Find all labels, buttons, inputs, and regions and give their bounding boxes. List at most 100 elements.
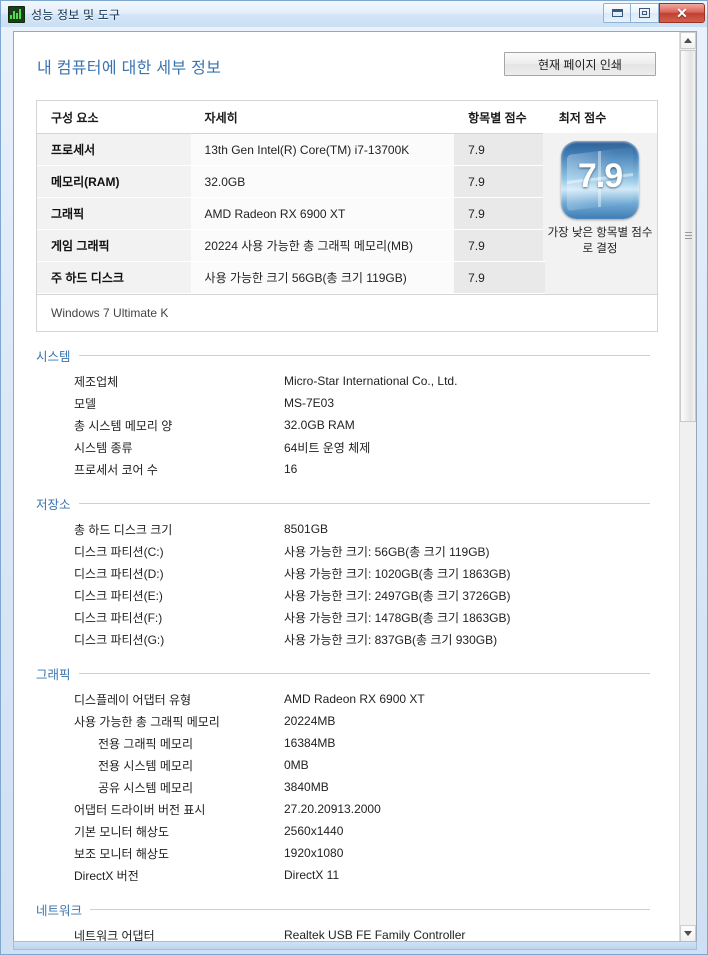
row-detail: 13th Gen Intel(R) Core(TM) i7-13700K <box>190 134 455 166</box>
detail-value: 1920x1080 <box>284 846 344 860</box>
detail-value: 16 <box>284 462 298 476</box>
section-heading: 저장소 <box>36 494 658 513</box>
detail-row: 사용 가능한 총 그래픽 메모리 20224MB <box>36 710 658 732</box>
section-title: 저장소 <box>36 498 71 512</box>
section-rows: 제조업체 Micro-Star International Co., Ltd. … <box>36 370 658 480</box>
section-title: 그래픽 <box>36 668 71 682</box>
minimize-icon <box>611 9 623 17</box>
close-icon: ✕ <box>676 5 688 21</box>
detail-label: 디스플레이 어댑터 유형 <box>74 692 192 707</box>
row-score: 7.9 <box>454 198 545 230</box>
detail-label: 전용 시스템 메모리 <box>98 758 193 773</box>
detail-row: 시스템 종류 64비트 운영 체제 <box>36 436 658 458</box>
detail-label: 디스크 파티션(E:) <box>74 588 163 603</box>
table-row: 주 하드 디스크 사용 가능한 크기 56GB(총 크기 119GB) 7.9 <box>37 262 658 294</box>
detail-value: DirectX 11 <box>284 868 340 882</box>
section-heading: 그래픽 <box>36 664 658 683</box>
detail-row: 프로세서 코어 수 16 <box>36 458 658 480</box>
client-area: 내 컴퓨터에 대한 세부 정보 현재 페이지 인쇄 구성 요소 자세히 항목별 … <box>13 31 697 943</box>
detail-row: 디스크 파티션(F:) 사용 가능한 크기: 1478GB(총 크기 1863G… <box>36 606 658 628</box>
section-system: 시스템 제조업체 Micro-Star International Co., L… <box>36 346 658 480</box>
row-component: 그래픽 <box>37 198 191 230</box>
detail-row: 디스크 파티션(G:) 사용 가능한 크기: 837GB(총 크기 930GB) <box>36 628 658 650</box>
detail-row: 제조업체 Micro-Star International Co., Ltd. <box>36 370 658 392</box>
row-score: 7.9 <box>454 166 545 198</box>
score-table-header: 구성 요소 자세히 항목별 점수 최저 점수 <box>37 101 657 134</box>
detail-row: 총 하드 디스크 크기 8501GB <box>36 518 658 540</box>
detail-value: AMD Radeon RX 6900 XT <box>284 692 425 706</box>
section-title: 시스템 <box>36 350 71 364</box>
detail-row: 어댑터 드라이버 버전 표시 27.20.20913.2000 <box>36 798 658 820</box>
detail-row: 총 시스템 메모리 양 32.0GB RAM <box>36 414 658 436</box>
detail-label: 디스크 파티션(D:) <box>74 566 164 581</box>
detail-row: 보조 모니터 해상도 1920x1080 <box>36 842 658 864</box>
title-bar[interactable]: 성능 정보 및 도구 ✕ <box>1 1 707 27</box>
column-header-basescore: 최저 점수 <box>558 110 607 125</box>
detail-label: 시스템 종류 <box>74 440 133 455</box>
window-title: 성능 정보 및 도구 <box>31 7 121 22</box>
scroll-up-button[interactable] <box>680 32 696 49</box>
row-detail: 사용 가능한 크기 56GB(총 크기 119GB) <box>190 262 455 294</box>
scroll-content: 내 컴퓨터에 대한 세부 정보 현재 페이지 인쇄 구성 요소 자세히 항목별 … <box>14 32 680 942</box>
detail-value: 3840MB <box>284 780 329 794</box>
detail-value: Realtek USB FE Family Controller <box>284 928 466 942</box>
detail-label: 전용 그래픽 메모리 <box>98 736 193 751</box>
section-rows: 총 하드 디스크 크기 8501GB 디스크 파티션(C:) 사용 가능한 크기… <box>36 518 658 650</box>
row-score: 7.9 <box>454 262 545 294</box>
print-page-button[interactable]: 현재 페이지 인쇄 <box>504 52 656 76</box>
scrollbar-thumb[interactable] <box>680 50 696 422</box>
row-detail: 20224 사용 가능한 총 그래픽 메모리(MB) <box>190 230 455 262</box>
maximize-button[interactable] <box>631 3 659 23</box>
row-component: 주 하드 디스크 <box>37 262 191 294</box>
page-title: 내 컴퓨터에 대한 세부 정보 <box>37 60 222 77</box>
row-component: 게임 그래픽 <box>37 230 191 262</box>
vertical-scrollbar[interactable] <box>679 32 696 942</box>
detail-row: 디스크 파티션(E:) 사용 가능한 크기: 2497GB(총 크기 3726G… <box>36 584 658 606</box>
section-rows: 네트워크 어댑터 Realtek USB FE Family Controlle… <box>36 924 658 942</box>
detail-row: 공유 시스템 메모리 3840MB <box>36 776 658 798</box>
minimize-button[interactable] <box>603 3 631 23</box>
detail-value: 20224MB <box>284 714 336 728</box>
row-detail: 32.0GB <box>190 166 455 198</box>
detail-value: 사용 가능한 크기: 56GB(총 크기 119GB) <box>284 544 490 559</box>
detail-value: 사용 가능한 크기: 1478GB(총 크기 1863GB) <box>284 610 511 625</box>
column-header-subscore: 항목별 점수 <box>468 110 527 125</box>
detail-value: 사용 가능한 크기: 837GB(총 크기 930GB) <box>284 632 498 647</box>
detail-label: 제조업체 <box>74 374 119 389</box>
detail-label: 총 시스템 메모리 양 <box>74 418 173 433</box>
detail-label: DirectX 버전 <box>74 868 139 883</box>
detail-label: 디스크 파티션(F:) <box>74 610 163 625</box>
base-score-badge: 7.9 가장 낮은 항목별 점수로 결정 <box>543 133 657 261</box>
detail-row: DirectX 버전 DirectX 11 <box>36 864 658 886</box>
window-bottom-strip <box>13 941 697 950</box>
detail-value: 16384MB <box>284 736 336 750</box>
score-table: 구성 요소 자세히 항목별 점수 최저 점수 프로세서 13th Gen Int… <box>36 100 658 332</box>
detail-value: 2560x1440 <box>284 824 344 838</box>
detail-value: 사용 가능한 크기: 1020GB(총 크기 1863GB) <box>284 566 511 581</box>
performance-information-window: 성능 정보 및 도구 ✕ 내 컴퓨터에 대한 세부 정보 현재 페이지 인쇄 구… <box>0 0 708 955</box>
table-footer: Windows 7 Ultimate K <box>37 294 657 332</box>
column-header-detail: 자세히 <box>204 110 238 125</box>
detail-label: 디스크 파티션(C:) <box>74 544 164 559</box>
row-detail: AMD Radeon RX 6900 XT <box>190 198 455 230</box>
detail-row: 전용 시스템 메모리 0MB <box>36 754 658 776</box>
scroll-down-button[interactable] <box>680 925 696 942</box>
performance-monitor-icon <box>8 5 25 23</box>
maximize-icon <box>639 8 650 18</box>
chevron-up-icon <box>684 38 692 43</box>
detail-label: 디스크 파티션(G:) <box>74 632 165 647</box>
section-storage: 저장소 총 하드 디스크 크기 8501GB 디스크 파티션(C:) 사용 가능… <box>36 494 658 650</box>
windows-edition-label: Windows 7 Ultimate K <box>51 306 169 320</box>
detail-label: 프로세서 코어 수 <box>74 462 158 477</box>
close-button[interactable]: ✕ <box>659 3 705 23</box>
chevron-down-icon <box>684 931 692 936</box>
detail-value: MS-7E03 <box>284 396 335 410</box>
detail-value: Micro-Star International Co., Ltd. <box>284 374 458 388</box>
row-component: 프로세서 <box>37 134 191 166</box>
page-header: 내 컴퓨터에 대한 세부 정보 현재 페이지 인쇄 <box>36 52 658 92</box>
section-title: 네트워크 <box>36 904 83 918</box>
section-divider <box>78 673 650 674</box>
section-heading: 네트워크 <box>36 900 658 919</box>
detail-value: 27.20.20913.2000 <box>284 802 381 816</box>
section-network: 네트워크 네트워크 어댑터 Realtek USB FE Family Cont… <box>36 900 658 942</box>
